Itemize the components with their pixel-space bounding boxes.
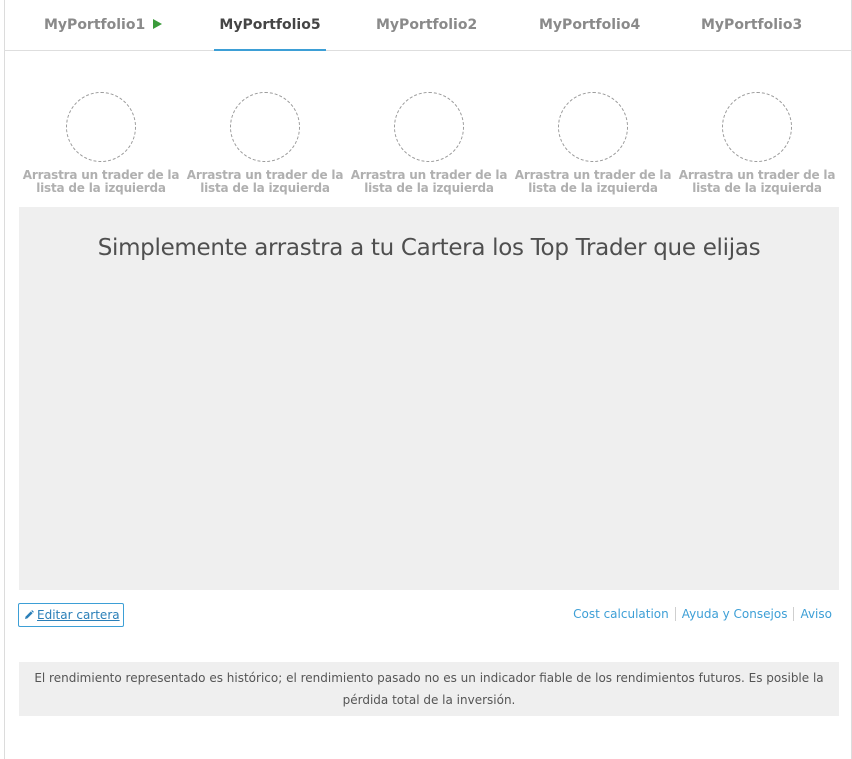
trader-slot[interactable]: Arrastra un trader de la lista de la izq… bbox=[513, 92, 673, 195]
tab-myportfolio2[interactable]: MyPortfolio2 bbox=[376, 0, 477, 51]
notice-link[interactable]: Aviso bbox=[793, 607, 832, 621]
empty-slot-icon bbox=[230, 92, 300, 162]
trader-slot[interactable]: Arrastra un trader de la lista de la izq… bbox=[677, 92, 837, 195]
trader-slot[interactable]: Arrastra un trader de la lista de la izq… bbox=[185, 92, 345, 195]
empty-slot-icon bbox=[394, 92, 464, 162]
tab-myportfolio1[interactable]: MyPortfolio1 bbox=[44, 0, 163, 51]
empty-slot-icon bbox=[722, 92, 792, 162]
empty-slot-icon bbox=[558, 92, 628, 162]
cost-calculation-link[interactable]: Cost calculation bbox=[567, 607, 675, 621]
edit-portfolio-button[interactable]: Editar cartera bbox=[18, 603, 124, 627]
trader-slot[interactable]: Arrastra un trader de la lista de la izq… bbox=[21, 92, 181, 195]
tab-label: MyPortfolio5 bbox=[219, 17, 321, 33]
play-icon bbox=[153, 19, 163, 29]
risk-disclaimer: El rendimiento representado es histórico… bbox=[19, 662, 839, 716]
empty-slot-icon bbox=[66, 92, 136, 162]
tab-myportfolio5[interactable]: MyPortfolio5 bbox=[214, 0, 326, 51]
portfolio-tabs: MyPortfolio1 MyPortfolio5 MyPortfolio2 M… bbox=[4, 0, 852, 51]
pencil-icon bbox=[25, 610, 34, 619]
tab-myportfolio3[interactable]: MyPortfolio3 bbox=[701, 0, 802, 51]
help-tips-link[interactable]: Ayuda y Consejos bbox=[674, 607, 794, 621]
slot-label: Arrastra un trader de la lista de la izq… bbox=[350, 168, 508, 195]
drop-area-title: Simplemente arrastra a tu Cartera los To… bbox=[97, 235, 761, 261]
portfolio-drop-area[interactable]: Simplemente arrastra a tu Cartera los To… bbox=[19, 207, 839, 590]
slot-label: Arrastra un trader de la lista de la izq… bbox=[22, 168, 180, 195]
slot-label: Arrastra un trader de la lista de la izq… bbox=[678, 168, 836, 195]
edit-portfolio-label: Editar cartera bbox=[37, 608, 120, 622]
slot-label: Arrastra un trader de la lista de la izq… bbox=[514, 168, 672, 195]
tab-label: MyPortfolio2 bbox=[376, 17, 478, 33]
tab-myportfolio4[interactable]: MyPortfolio4 bbox=[539, 0, 640, 51]
tab-label: MyPortfolio3 bbox=[701, 17, 803, 33]
tab-label: MyPortfolio4 bbox=[539, 17, 641, 33]
tab-label: MyPortfolio1 bbox=[44, 17, 146, 33]
slot-label: Arrastra un trader de la lista de la izq… bbox=[186, 168, 344, 195]
trader-slot[interactable]: Arrastra un trader de la lista de la izq… bbox=[349, 92, 509, 195]
footer-links: Cost calculation Ayuda y Consejos Aviso bbox=[567, 605, 832, 623]
